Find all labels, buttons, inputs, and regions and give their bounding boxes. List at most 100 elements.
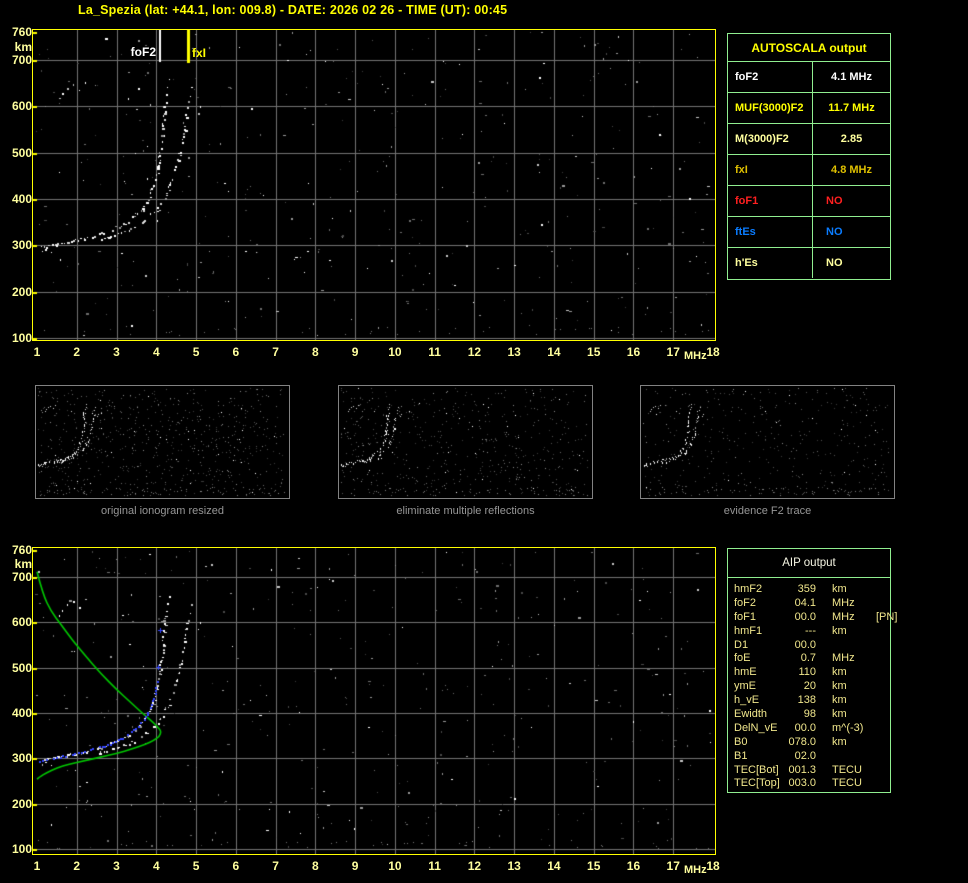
- aip-name: foF2: [734, 596, 757, 609]
- x-tick: 5: [192, 859, 200, 873]
- parameter-label: foF2: [728, 62, 813, 92]
- x-tick: 1: [33, 345, 41, 359]
- aip-row-hmf1: hmF1 --- km: [734, 624, 890, 638]
- aip-name: hmF1: [734, 624, 763, 637]
- x-tick: 9: [351, 345, 359, 359]
- x-tick: 8: [312, 345, 319, 359]
- x-tick: 17: [666, 859, 680, 873]
- aip-unit: km: [832, 735, 847, 748]
- aip-val: 00.0: [794, 610, 816, 623]
- aip-val: 02.0: [794, 749, 816, 762]
- aip-row-fof2: foF2 04.1 MHz: [734, 596, 890, 610]
- x-tick: 8: [312, 859, 319, 873]
- x-axis-unit-top: MHz: [684, 350, 707, 362]
- aip-unit: km: [832, 707, 847, 720]
- aip-unit: km: [832, 582, 847, 595]
- aip-table-rows: hmF2 359 km foF2 04.1 MHz foF1 00.0 MHz [PN] hmF1 -…: [728, 578, 897, 790]
- x-tick: 4: [152, 345, 160, 359]
- aip-row-fof1: foF1 00.0 MHz [PN]: [734, 610, 897, 624]
- y-tick: 400: [11, 191, 32, 206]
- parameter-label: h'Es: [728, 248, 813, 278]
- x-tick: 14: [547, 859, 561, 873]
- x-tick: 6: [232, 859, 240, 873]
- aip-unit: m^(-3): [832, 721, 864, 734]
- aip-val: 00.0: [794, 721, 816, 734]
- parameter-value: 2.85: [840, 133, 863, 145]
- x-tick: 18: [706, 859, 720, 873]
- thumbnail-caption-reflections: eliminate multiple reflections: [396, 505, 535, 517]
- parameter-value: 11.7 MHz: [828, 102, 875, 114]
- x-tick: 16: [626, 345, 641, 359]
- aip-val: 078.0: [788, 735, 816, 748]
- x-tick: 5: [192, 345, 200, 359]
- aip-table-header: AIP output: [728, 549, 890, 578]
- autoscala-row-fxi: fxI 4.8 MHz: [728, 155, 890, 186]
- fxi-marker-label: fxI: [192, 46, 207, 60]
- aip-val: ---: [805, 624, 816, 637]
- x-tick: 16: [626, 859, 641, 873]
- x-tick: 10: [388, 859, 402, 873]
- aip-unit: MHz: [832, 610, 855, 623]
- x-tick: 14: [547, 345, 561, 359]
- aip-val: 001.3: [788, 763, 816, 776]
- y-tick: 300: [11, 238, 32, 253]
- aip-name: foF1: [734, 610, 757, 623]
- x-tick: 3: [113, 859, 120, 873]
- x-tick: 7: [272, 345, 279, 359]
- autoscala-output-table: AUTOSCALA output foF2 4.1 MHz MUF(3000)F2 1…: [727, 33, 891, 280]
- parameter-value: 4.8 MHz: [831, 164, 872, 176]
- x-tick: 3: [113, 345, 120, 359]
- aip-name: hmE: [734, 666, 757, 679]
- autoscala-table-header: AUTOSCALA output: [728, 34, 890, 62]
- autoscala-row-muf3000f2: MUF(3000)F2 11.7 MHz: [728, 93, 890, 124]
- parameter-label: M(3000)F2: [728, 124, 813, 154]
- aip-row-delnve: DelN_vE 00.0 m^(-3): [734, 721, 890, 735]
- top-ionogram-canvas: [32, 29, 716, 341]
- y-tick: 200: [11, 796, 32, 811]
- autoscala-row-ftes: ftEs NO: [728, 217, 890, 248]
- aip-name: foE: [734, 652, 751, 665]
- aip-val: 359: [797, 582, 816, 595]
- y-tick: 760: [11, 25, 32, 39]
- y-tick: 600: [11, 615, 32, 630]
- x-tick: 6: [232, 345, 240, 359]
- aip-row-hve: h_vE 138 km: [734, 693, 890, 707]
- x-tick: 18: [706, 345, 720, 359]
- x-tick: 11: [428, 859, 441, 873]
- y-tick: 500: [11, 145, 32, 160]
- y-tick: 200: [11, 284, 32, 299]
- aip-unit: km: [832, 694, 847, 707]
- y-tick: 760: [11, 543, 32, 557]
- aip-note: [PN]: [876, 610, 898, 623]
- parameter-value: NO: [826, 257, 843, 269]
- x-tick: 2: [73, 345, 81, 359]
- aip-name: D1: [734, 638, 749, 651]
- autoscala-row-fof2: foF2 4.1 MHz: [728, 62, 890, 93]
- parameter-label: MUF(3000)F2: [728, 93, 813, 123]
- thumbnail-original-ionogram: [35, 385, 290, 499]
- autoscala-row-m3000f2: M(3000)F2 2.85: [728, 124, 890, 155]
- aip-name: TEC[Bot]: [734, 763, 779, 776]
- fof2-marker-label: foF2: [130, 45, 156, 59]
- aip-unit: km: [832, 680, 847, 693]
- parameter-value: NO: [826, 195, 843, 207]
- aip-output-table: AIP output hmF2 359 km foF2 04.1 MHz foF1 00.0 M…: [727, 548, 897, 793]
- autoscala-window: { "title": "La_Spezia (lat: +44.1, lon: …: [0, 0, 968, 883]
- x-tick: 1: [33, 859, 41, 873]
- autoscala-row-fof1: foF1 NO: [728, 186, 890, 217]
- aip-name: Ewidth: [734, 707, 768, 720]
- aip-unit: TECU: [832, 777, 862, 790]
- thumbnail-caption-original: original ionogram resized: [101, 505, 224, 517]
- x-tick: 12: [467, 345, 482, 359]
- y-tick: 600: [11, 99, 32, 114]
- aip-val: 20: [803, 680, 816, 693]
- parameter-value: NO: [826, 226, 843, 238]
- parameter-value: 4.1 MHz: [831, 71, 872, 83]
- aip-val: 138: [797, 694, 816, 707]
- autoscala-table-rows: foF2 4.1 MHz MUF(3000)F2 11.7 MHz M(3000)F2 2…: [728, 62, 890, 278]
- x-tick: 4: [152, 859, 160, 873]
- aip-row-tecbot: TEC[Bot] 001.3 TECU: [734, 763, 890, 777]
- x-tick: 10: [388, 345, 402, 359]
- aip-unit: km: [832, 624, 847, 637]
- aip-name: hmF2: [734, 582, 763, 595]
